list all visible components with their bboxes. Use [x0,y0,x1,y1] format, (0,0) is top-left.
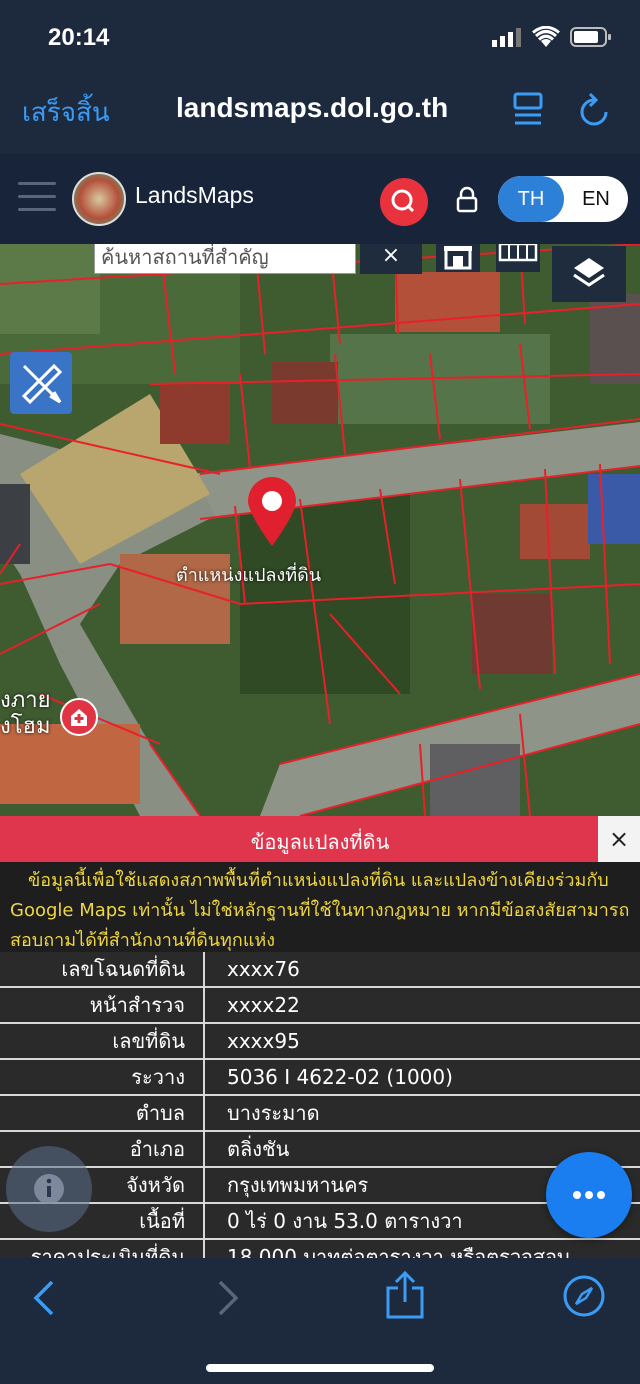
row-value: บางระมาด [227,1101,320,1125]
row-value: 18,000 บาทต่อตารางวา หรือตรวจสอบ [227,1245,570,1258]
lang-th-button[interactable]: TH [498,176,564,222]
search-icon [391,189,415,213]
compass-icon[interactable] [562,1274,606,1318]
row-label: เลขที่ดิน [0,1024,205,1058]
done-button[interactable]: เสร็จสิ้น [22,92,110,133]
map-view[interactable]: ค้นหาสถานที่สำคัญ × ตำแหน่งแปลงที่ดิน งภ… [0,244,640,816]
layers-button[interactable] [552,246,626,302]
layers-icon [573,258,605,287]
back-icon[interactable] [28,1278,60,1318]
browser-bar: เสร็จสิ้น landsmaps.dol.go.th [0,80,640,154]
close-panel-button[interactable]: × [598,816,640,862]
table-row: ตำบล บางระมาด [0,1096,640,1132]
land-info-table: เลขโฉนดที่ดิน xxxx76 หน้าสำรวจ xxxx22 เล… [0,952,640,1258]
clear-search-button[interactable]: × [360,244,422,274]
reload-icon[interactable] [576,90,612,130]
lock-icon[interactable] [455,186,479,214]
poi-label-line-2: งโฮม [0,714,51,739]
table-row: เนื้อที่ 0 ไร่ 0 งาน 53.0 ตารางวา [0,1204,640,1240]
info-button[interactable] [6,1146,92,1232]
row-value: xxxx76 [227,957,300,981]
table-row: เลขโฉนดที่ดิน xxxx76 [0,952,640,988]
status-bar: 20:14 [0,0,640,80]
more-icon [573,1191,605,1199]
app-title: LandsMaps [135,182,254,208]
table-row: ระวาง 5036 I 4622-02 (1000) [0,1060,640,1096]
row-value: xxxx95 [227,1029,300,1053]
forward-icon[interactable] [212,1278,244,1318]
row-value: 5036 I 4622-02 (1000) [227,1065,453,1089]
panel-title: ข้อมูลแปลงที่ดิน [250,830,390,854]
share-icon[interactable] [384,1270,426,1320]
menu-icon[interactable] [18,182,56,212]
more-options-button[interactable] [546,1152,632,1238]
app-header: LandsMaps TH EN [0,154,640,244]
home-indicator [206,1364,434,1372]
grid-icon [498,244,538,262]
parcel-location-label: ตำแหน่งแปลงที่ดิน [176,565,322,586]
disclaimer-notice: ข้อมูลนี้เพื่อใช้แสดงสภาพพื้นที่ตำแหน่งแ… [0,862,640,952]
row-label: ตำบล [0,1096,205,1130]
reader-view-icon[interactable] [512,92,544,128]
table-row: ราคาประเมินที่ดิน 18,000 บาทต่อตารางวา ห… [0,1240,640,1258]
table-row: หน้าสำรวจ xxxx22 [0,988,640,1024]
row-label: ราคาประเมินที่ดิน [0,1240,205,1258]
language-toggle[interactable]: TH EN [498,176,628,222]
status-time: 20:14 [48,24,110,51]
grid-tool-button[interactable] [496,244,540,272]
wifi-icon [532,26,560,47]
table-row: อำเภอ ตลิ่งชัน [0,1132,640,1168]
hospital-poi-icon[interactable] [60,698,98,736]
lang-en-button[interactable]: EN [564,176,628,222]
poi-label-line-1: งภาย [0,688,51,713]
status-icons [492,26,612,48]
row-label: ระวาง [0,1060,205,1094]
ruler-pencil-icon [21,363,63,405]
place-search-input[interactable]: ค้นหาสถานที่สำคัญ [94,244,356,274]
poi-label: งภาย งโฮม [0,688,51,740]
info-icon [34,1174,64,1204]
row-label: หน้าสำรวจ [0,988,205,1022]
row-value: xxxx22 [227,993,300,1017]
table-row: เลขที่ดิน xxxx95 [0,1024,640,1060]
row-label: เลขโฉนดที่ดิน [0,952,205,986]
battery-icon [570,27,611,47]
search-button[interactable] [380,178,428,226]
location-pin-icon[interactable] [246,476,298,548]
signal-icon [492,28,521,47]
land-info-panel-header: ข้อมูลแปลงที่ดิน × [0,816,640,862]
measure-tool-button[interactable] [10,352,72,414]
department-logo [72,172,126,226]
satellite-imagery [0,244,640,816]
building-icon [444,246,472,270]
building-tool-button[interactable] [436,244,480,272]
url-text[interactable]: landsmaps.dol.go.th [176,92,448,124]
disclaimer-text: ข้อมูลนี้เพื่อใช้แสดงสภาพพื้นที่ตำแหน่งแ… [10,870,630,951]
table-row: จังหวัด กรุงเทพมหานคร [0,1168,640,1204]
